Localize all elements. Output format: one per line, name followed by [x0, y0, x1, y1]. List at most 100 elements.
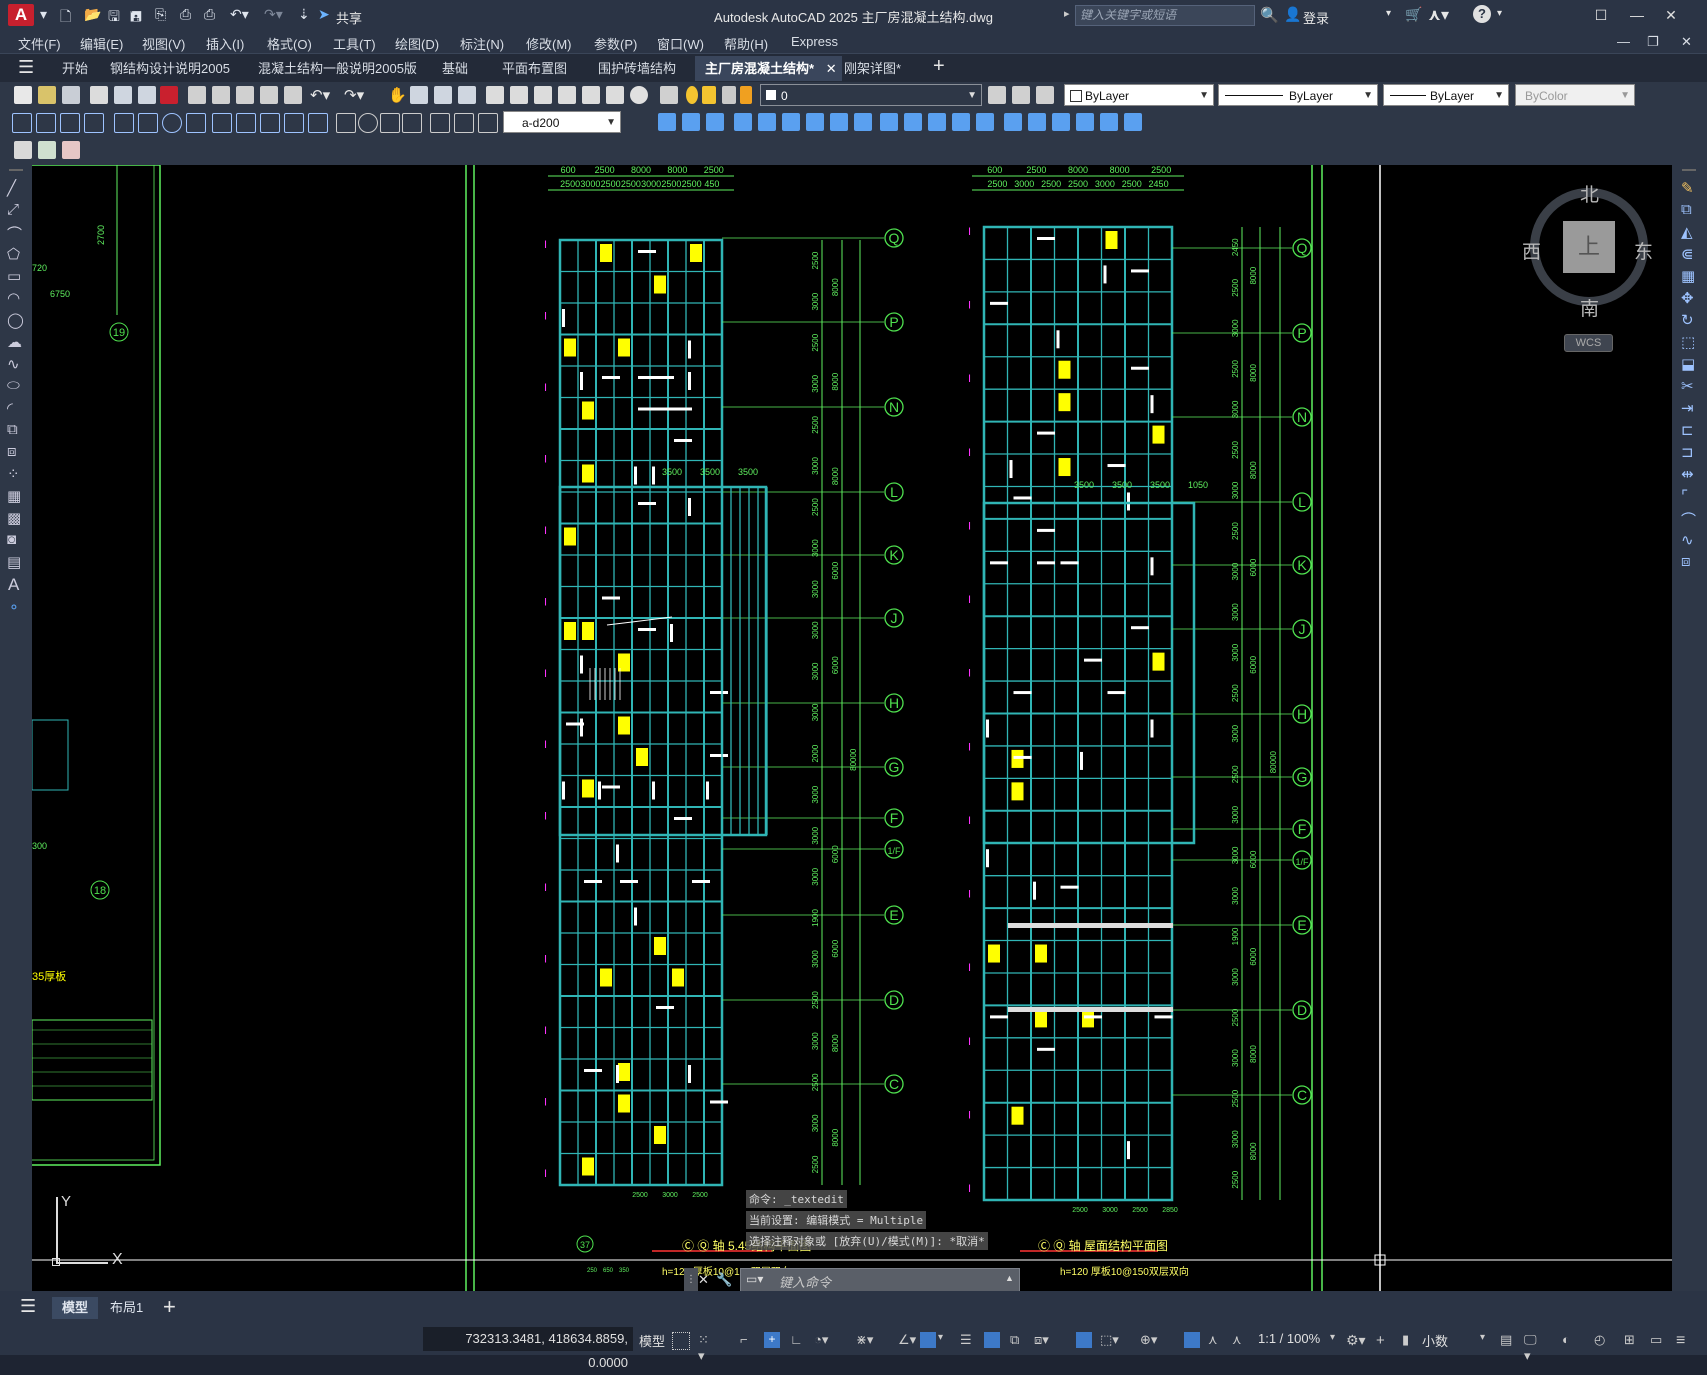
- markup-icon[interactable]: [582, 86, 600, 104]
- command-recent-icon[interactable]: ▭▾: [746, 1272, 763, 1286]
- plot-icon-2[interactable]: [90, 86, 108, 104]
- tab-floor-plan[interactable]: 平面布置图: [492, 56, 577, 81]
- dynamic-ucs-icon[interactable]: [1076, 1332, 1092, 1348]
- cut-icon[interactable]: [188, 86, 206, 104]
- menu-file[interactable]: 文件(F): [18, 34, 61, 53]
- pan-icon[interactable]: ✋: [388, 86, 407, 104]
- jogged-linear-icon[interactable]: [402, 113, 422, 133]
- layer-dropdown[interactable]: 0 ▼: [760, 84, 982, 106]
- paste-icon[interactable]: [236, 86, 254, 104]
- make-block-icon[interactable]: ⧈: [7, 443, 17, 460]
- close-window-button[interactable]: ✕: [1653, 4, 1689, 26]
- layer-lock-icon[interactable]: [740, 86, 752, 104]
- layout-menu-icon[interactable]: ☰: [20, 1296, 36, 1317]
- hamburger-menu-icon[interactable]: ☰: [18, 57, 34, 78]
- isolate-objects-icon[interactable]: ◐: [1562, 1332, 1578, 1348]
- transparency-icon[interactable]: [984, 1332, 1000, 1348]
- redo-toolbar-icon[interactable]: ↷▾: [344, 86, 364, 104]
- auto-scale-icon[interactable]: ⋏: [1208, 1332, 1224, 1348]
- extend-tool-icon[interactable]: [880, 113, 898, 131]
- restore-window-button[interactable]: ☐: [1583, 4, 1619, 26]
- viewcube-east[interactable]: 东: [1634, 237, 1653, 264]
- copy-object-icon[interactable]: ⧉: [1681, 201, 1692, 218]
- dim-update-icon[interactable]: [478, 113, 498, 133]
- model-space-button[interactable]: 模型: [639, 1331, 665, 1350]
- menu-modify[interactable]: 修改(M): [526, 34, 572, 53]
- radius-dim-icon[interactable]: [114, 113, 134, 133]
- toolbar-grip[interactable]: [1682, 169, 1696, 171]
- new-icon[interactable]: [14, 86, 32, 104]
- copy-3d-icon[interactable]: [682, 113, 700, 131]
- erase-icon[interactable]: ✎: [1681, 179, 1694, 197]
- match-properties-icon[interactable]: [260, 86, 278, 104]
- angular-dim-icon[interactable]: [186, 113, 206, 133]
- tab-foundation[interactable]: 基础: [432, 56, 478, 81]
- offset-icon[interactable]: ⋐: [1681, 245, 1694, 263]
- share-icon[interactable]: ➤: [318, 6, 330, 26]
- viewcube-north[interactable]: 北: [1580, 180, 1599, 207]
- point-icon[interactable]: ⁘: [7, 465, 20, 483]
- plotstyle-dropdown[interactable]: ByColor ▼: [1515, 84, 1635, 106]
- plot-icon[interactable]: ⎙: [204, 6, 215, 26]
- zoom-window-icon[interactable]: [434, 86, 452, 104]
- linetype-dropdown[interactable]: ByLayer ▼: [1218, 84, 1378, 106]
- array-tool-icon[interactable]: [806, 113, 824, 131]
- scale-dropdown-icon[interactable]: ▾: [1330, 1332, 1346, 1348]
- isodraft-icon[interactable]: ⋇▾: [856, 1332, 873, 1348]
- search-expand-icon[interactable]: ▸: [1064, 7, 1070, 20]
- jogged-dim-icon[interactable]: [138, 113, 158, 133]
- join-tool-icon[interactable]: [952, 113, 970, 131]
- hatch-icon[interactable]: ▦: [7, 487, 21, 505]
- coordinate-display[interactable]: 732313.3481, 418634.8859, 0.0000: [423, 1327, 633, 1370]
- menu-edit[interactable]: 编辑(E): [80, 34, 123, 53]
- object-snap-tracking-icon[interactable]: ∠▾: [898, 1332, 916, 1348]
- app-menu-dropdown-icon[interactable]: ▾: [40, 6, 47, 26]
- move-3d-icon[interactable]: [658, 113, 676, 131]
- cart-icon[interactable]: 🛒: [1405, 6, 1422, 23]
- annotation-scale-icon[interactable]: ⋏: [1232, 1332, 1248, 1348]
- app-menu-button[interactable]: A: [8, 4, 34, 26]
- line-icon[interactable]: ╱: [7, 179, 16, 197]
- units-icon[interactable]: ▮: [1402, 1332, 1418, 1348]
- menu-parametric[interactable]: 参数(P): [594, 34, 637, 53]
- workspace-gear-icon[interactable]: ⚙▾: [1346, 1332, 1366, 1348]
- properties-icon[interactable]: [486, 86, 504, 104]
- viewcube-west[interactable]: 西: [1522, 237, 1541, 264]
- menu-dimension[interactable]: 标注(N): [460, 34, 504, 53]
- help-dropdown-icon[interactable]: ▾: [1497, 8, 1502, 19]
- fillet-tool-icon[interactable]: [904, 113, 922, 131]
- arc-length-icon[interactable]: [60, 113, 80, 133]
- polyline-icon[interactable]: ⌒: [7, 223, 22, 244]
- search-icon[interactable]: 🔍: [1260, 6, 1279, 24]
- search-input[interactable]: 键入关键字或短语: [1075, 5, 1255, 26]
- dim-break-icon[interactable]: [308, 113, 328, 133]
- mirror-icon[interactable]: ◭: [1681, 223, 1693, 241]
- object-snap-icon[interactable]: [920, 1332, 936, 1348]
- tab-model[interactable]: 模型: [52, 1297, 99, 1319]
- units-dropdown-icon[interactable]: ▾: [1480, 1332, 1496, 1348]
- menu-format[interactable]: 格式(O): [267, 34, 312, 53]
- save-block-icon[interactable]: [38, 141, 56, 159]
- wcs-menu[interactable]: WCS: [1564, 334, 1613, 352]
- open-web-icon[interactable]: ⎘: [155, 6, 166, 26]
- copy-icon[interactable]: [212, 86, 230, 104]
- block-editor-icon[interactable]: [284, 86, 302, 104]
- explode-tool-icon[interactable]: [1004, 113, 1022, 131]
- chamfer-icon[interactable]: ⌜: [1681, 487, 1688, 505]
- polygon-icon[interactable]: ⬠: [7, 245, 20, 263]
- viewcube-top-face[interactable]: 上: [1563, 221, 1615, 273]
- snap-icon[interactable]: ⁙▾: [698, 1332, 714, 1363]
- new-tab-button[interactable]: +: [933, 55, 945, 78]
- command-input[interactable]: ▭▾ 键入命令 ▲: [740, 1268, 1020, 1292]
- ellipse-icon[interactable]: ⬭: [7, 377, 20, 394]
- user-icon[interactable]: 👤: [1284, 6, 1301, 23]
- stretch-icon[interactable]: [706, 113, 724, 131]
- construction-line-icon[interactable]: ⤢: [7, 201, 19, 218]
- break-tool-icon[interactable]: [976, 113, 994, 131]
- selection-filter-icon[interactable]: ⬚▾: [1100, 1332, 1119, 1348]
- tool-palettes-icon[interactable]: [534, 86, 552, 104]
- extend-icon[interactable]: ⇥: [1681, 399, 1694, 417]
- share-button[interactable]: 共享: [336, 8, 362, 27]
- layer-on-icon[interactable]: [686, 86, 698, 104]
- doc-restore-icon[interactable]: ❐: [1647, 34, 1659, 50]
